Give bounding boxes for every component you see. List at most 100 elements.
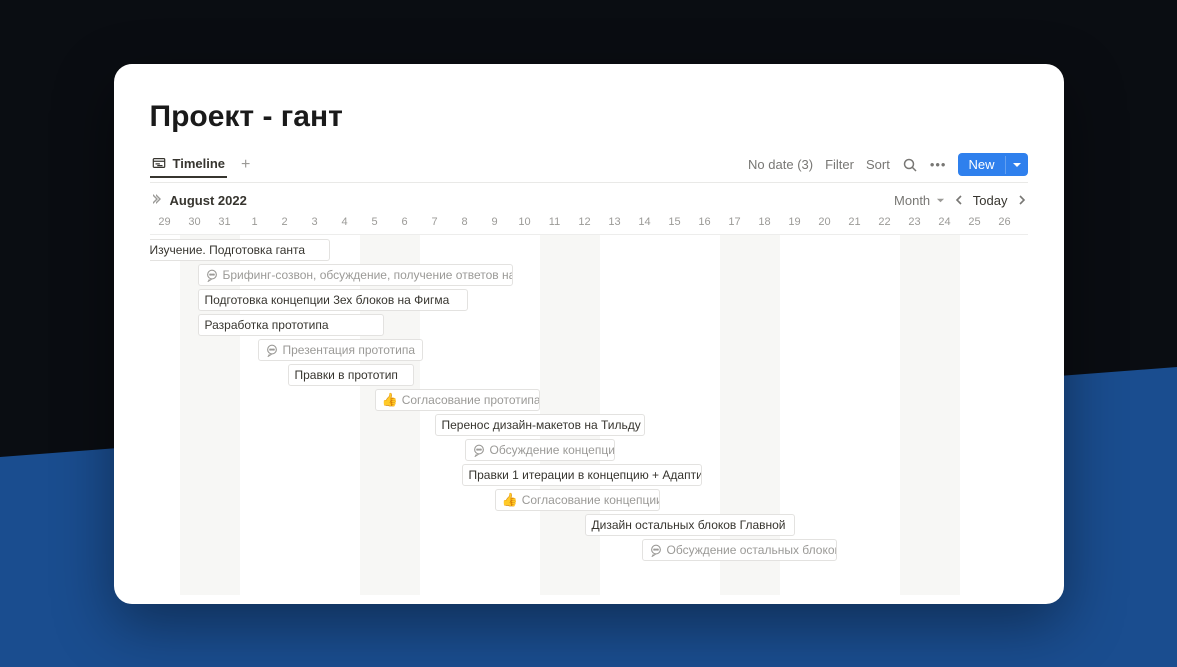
- day-header: 30: [180, 216, 210, 228]
- prev-button[interactable]: [953, 194, 965, 206]
- timeline-icon: [152, 156, 168, 172]
- task-label: Изучение. Подготовка ганта: [150, 243, 306, 257]
- task-label: Согласование концепции: [522, 493, 660, 507]
- task-row: 👍Согласование прототипа: [150, 389, 1028, 413]
- task-row: Брифинг-созвон, обсуждение, получение от…: [150, 264, 1028, 288]
- page-title: Проект - гант: [150, 100, 1028, 134]
- task-label: Обсуждение остальных блоков: [667, 543, 837, 557]
- day-header: 10: [510, 216, 540, 228]
- day-header: 16: [690, 216, 720, 228]
- task-bar[interactable]: Подготовка концепции 3ех блоков на Фигма: [198, 289, 468, 311]
- chevron-down-icon: [1012, 160, 1022, 170]
- day-header: 18: [750, 216, 780, 228]
- app-window: Проект - гант Timeline + No date (3) Fil…: [114, 64, 1064, 604]
- day-header: 4: [330, 216, 360, 228]
- add-view-button[interactable]: +: [235, 156, 256, 174]
- day-header: 19: [780, 216, 810, 228]
- day-header: 6: [390, 216, 420, 228]
- day-header: 17: [720, 216, 750, 228]
- task-row: Обсуждение остальных блоков: [150, 539, 1028, 563]
- scale-dropdown[interactable]: Month: [894, 193, 945, 208]
- task-row: Обсуждение концепции: [150, 439, 1028, 463]
- day-header: 15: [660, 216, 690, 228]
- toolbar-right: No date (3) Filter Sort ••• New: [748, 153, 1027, 176]
- new-button-label: New: [958, 153, 1004, 176]
- task-row: Дизайн остальных блоков Главной: [150, 514, 1028, 538]
- task-label: Презентация прототипа: [283, 343, 416, 357]
- task-label: Дизайн остальных блоков Главной: [592, 518, 786, 532]
- task-row: Правки 1 итерации в концепцию + Адаптив: [150, 464, 1028, 488]
- day-header: 8: [450, 216, 480, 228]
- chevron-left-icon: [953, 194, 965, 206]
- new-button-dropdown[interactable]: [1005, 156, 1028, 174]
- day-header: 26: [990, 216, 1020, 228]
- task-label: Правки 1 итерации в концепцию + Адаптив: [469, 468, 702, 482]
- search-icon: [902, 157, 918, 173]
- day-header-row: 2930311234567891011121314151617181920212…: [150, 216, 1028, 235]
- task-row: Разработка прототипа: [150, 314, 1028, 338]
- task-bar[interactable]: Перенос дизайн-макетов на Тильду: [435, 414, 645, 436]
- timeline-grid: 2930311234567891011121314151617181920212…: [114, 216, 1064, 595]
- day-header: 11: [540, 216, 570, 228]
- task-bar[interactable]: Правки в прототип: [288, 364, 414, 386]
- task-bar[interactable]: Презентация прототипа: [258, 339, 423, 361]
- chat-icon: [472, 443, 486, 457]
- chat-icon: [205, 268, 219, 282]
- day-header: 22: [870, 216, 900, 228]
- today-button[interactable]: Today: [973, 193, 1008, 208]
- toolbar: Timeline + No date (3) Filter Sort ••• N…: [150, 152, 1028, 183]
- tab-timeline[interactable]: Timeline: [150, 152, 228, 178]
- month-label: August 2022: [170, 193, 247, 208]
- timeline-header: August 2022 Month Today: [150, 193, 1028, 208]
- day-header: 20: [810, 216, 840, 228]
- task-bar[interactable]: 👍Согласование прототипа: [375, 389, 540, 411]
- task-bar[interactable]: 👍 Согласование концепции: [495, 489, 660, 511]
- no-date-button[interactable]: No date (3): [748, 157, 813, 172]
- task-bar[interactable]: Дизайн остальных блоков Главной: [585, 514, 795, 536]
- task-label: Согласование прототипа: [402, 393, 540, 407]
- chevron-right-icon: [1016, 194, 1028, 206]
- task-row: Изучение. Подготовка ганта: [150, 239, 1028, 263]
- task-bar[interactable]: Обсуждение концепции: [465, 439, 615, 461]
- filter-button[interactable]: Filter: [825, 157, 854, 172]
- task-row: Презентация прототипа: [150, 339, 1028, 363]
- day-header: 7: [420, 216, 450, 228]
- day-header: 5: [360, 216, 390, 228]
- task-label: Обсуждение концепции: [490, 443, 615, 457]
- day-header: 2: [270, 216, 300, 228]
- day-header: 31: [210, 216, 240, 228]
- chat-icon: [649, 543, 663, 557]
- task-bar[interactable]: Правки 1 итерации в концепцию + Адаптив: [462, 464, 702, 486]
- task-bar[interactable]: Разработка прототипа: [198, 314, 384, 336]
- day-header: 23: [900, 216, 930, 228]
- day-header: 3: [300, 216, 330, 228]
- view-tabs: Timeline +: [150, 152, 257, 178]
- task-row: Подготовка концепции 3ех блоков на Фигма: [150, 289, 1028, 313]
- chat-icon: [265, 343, 279, 357]
- task-label: Перенос дизайн-макетов на Тильду: [442, 418, 641, 432]
- new-button[interactable]: New: [958, 153, 1027, 176]
- more-button[interactable]: •••: [930, 157, 947, 172]
- task-label: Разработка прототипа: [205, 318, 329, 332]
- day-header: 13: [600, 216, 630, 228]
- next-button[interactable]: [1016, 194, 1028, 206]
- task-bar[interactable]: Обсуждение остальных блоков: [642, 539, 837, 561]
- day-header: 1: [240, 216, 270, 228]
- timeline-month[interactable]: August 2022: [150, 193, 247, 208]
- sort-button[interactable]: Sort: [866, 157, 890, 172]
- task-label: Подготовка концепции 3ех блоков на Фигма: [205, 293, 450, 307]
- chevron-down-icon: [936, 196, 945, 205]
- task-bar[interactable]: Изучение. Подготовка ганта: [150, 239, 330, 261]
- day-header: 21: [840, 216, 870, 228]
- task-label: Брифинг-созвон, обсуждение, получение от…: [223, 268, 513, 282]
- thumbs-up-icon: 👍: [502, 492, 518, 508]
- search-button[interactable]: [902, 156, 918, 173]
- day-header: 12: [570, 216, 600, 228]
- timeline-body[interactable]: Изучение. Подготовка ганта Брифинг-созвон…: [150, 235, 1028, 595]
- task-row: 👍 Согласование концепции: [150, 489, 1028, 513]
- day-header: 25: [960, 216, 990, 228]
- day-header: 29: [150, 216, 180, 228]
- chevron-right-icon: [150, 193, 162, 208]
- task-bar[interactable]: Брифинг-созвон, обсуждение, получение от…: [198, 264, 513, 286]
- task-label: Правки в прототип: [295, 368, 398, 382]
